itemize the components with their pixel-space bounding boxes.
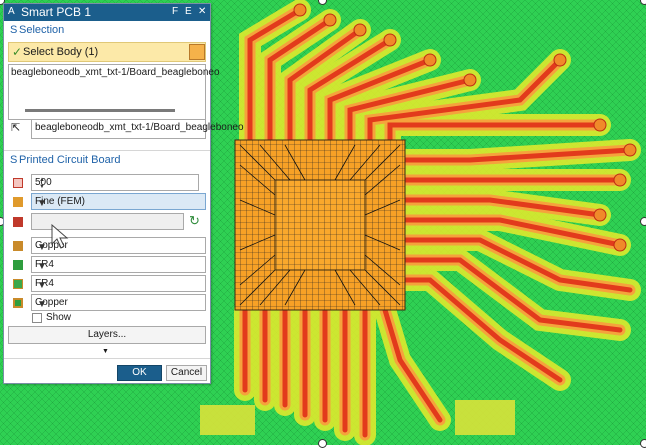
selection-section-title: Selection: [19, 24, 65, 36]
chevron-down-icon[interactable]: ▼: [35, 278, 49, 293]
app-letter: A: [8, 6, 15, 17]
selected-bodies-list[interactable]: beagleboneodb_xmt_txt-1/Board_beaglebone…: [8, 64, 220, 120]
selection-section-header[interactable]: S Selection: [4, 21, 210, 38]
dialog-title: Smart PCB 1: [21, 5, 92, 19]
refresh-icon[interactable]: ↻: [189, 213, 200, 229]
dialog-titlebar: A Smart PCB 1 F E ✕: [4, 4, 210, 21]
chevron-down-icon[interactable]: ▼: [35, 196, 49, 211]
show-checkbox[interactable]: [32, 313, 42, 323]
param-icon: [13, 217, 23, 227]
layer-copper-icon: [13, 298, 23, 308]
cursor-select-icon[interactable]: ⇱: [11, 121, 20, 134]
title-button-f[interactable]: F: [172, 6, 178, 17]
show-label: Show: [46, 312, 72, 323]
cube-select-icon[interactable]: [189, 44, 205, 60]
section-marker: S: [10, 24, 18, 36]
resize-handle-right[interactable]: [640, 217, 646, 226]
close-icon[interactable]: ✕: [198, 6, 206, 17]
body-path-text: beagleboneodb_xmt_txt-1/Board_beaglebone…: [35, 122, 244, 133]
layer-copper-icon: [13, 241, 23, 251]
chevron-down-icon[interactable]: ▼: [35, 259, 49, 274]
pcb-section-header[interactable]: S Printed Circuit Board: [4, 151, 210, 168]
layer-fr4-icon: [13, 260, 23, 270]
chevron-down-icon[interactable]: ▼: [35, 240, 49, 255]
resize-handle-bottom[interactable]: [318, 439, 327, 448]
smart-pcb-dialog: A Smart PCB 1 F E ✕ S Selection ✓ Select…: [3, 3, 244, 384]
section-marker: S: [10, 154, 18, 166]
ic-chip: [234, 139, 406, 311]
ok-button[interactable]: OK: [117, 365, 162, 381]
pcb-section-title: Printed Circuit Board: [19, 154, 121, 166]
layer2-select[interactable]: FR4 ▼: [31, 256, 206, 273]
layer3-select[interactable]: FR4 ▼: [31, 275, 206, 292]
horizontal-scrollbar[interactable]: [25, 109, 175, 112]
layer4-select[interactable]: Copper ▼: [31, 294, 206, 311]
expand-icon[interactable]: ▼: [102, 348, 109, 355]
footer-divider: [4, 358, 210, 359]
title-button-e[interactable]: E: [185, 6, 192, 17]
cancel-button[interactable]: Cancel: [166, 365, 207, 381]
body-path-field[interactable]: beagleboneodb_xmt_txt-1/Board_beaglebone…: [31, 119, 244, 139]
mouse-pointer-icon: [51, 224, 69, 249]
checkmark-icon: ✓: [12, 45, 23, 59]
list-item[interactable]: beagleboneodb_xmt_txt-1/Board_beaglebone…: [11, 67, 220, 78]
layer-fr4-icon: [13, 279, 23, 289]
chevron-down-icon[interactable]: ▼: [35, 297, 49, 312]
fidelity-select[interactable]: Fine (FEM) ▼: [31, 193, 206, 210]
size-input[interactable]: 500 ▲ ▼: [31, 174, 199, 191]
spinner-icon[interactable]: ▲ ▼: [35, 177, 49, 192]
resize-handle-bottom-right[interactable]: [640, 439, 646, 448]
fidelity-icon: [13, 197, 23, 207]
layers-button[interactable]: Layers...: [8, 326, 206, 344]
select-body-label: Select Body (1): [23, 46, 99, 58]
select-body-row[interactable]: ✓ Select Body (1): [8, 42, 206, 62]
size-icon: [13, 178, 23, 188]
